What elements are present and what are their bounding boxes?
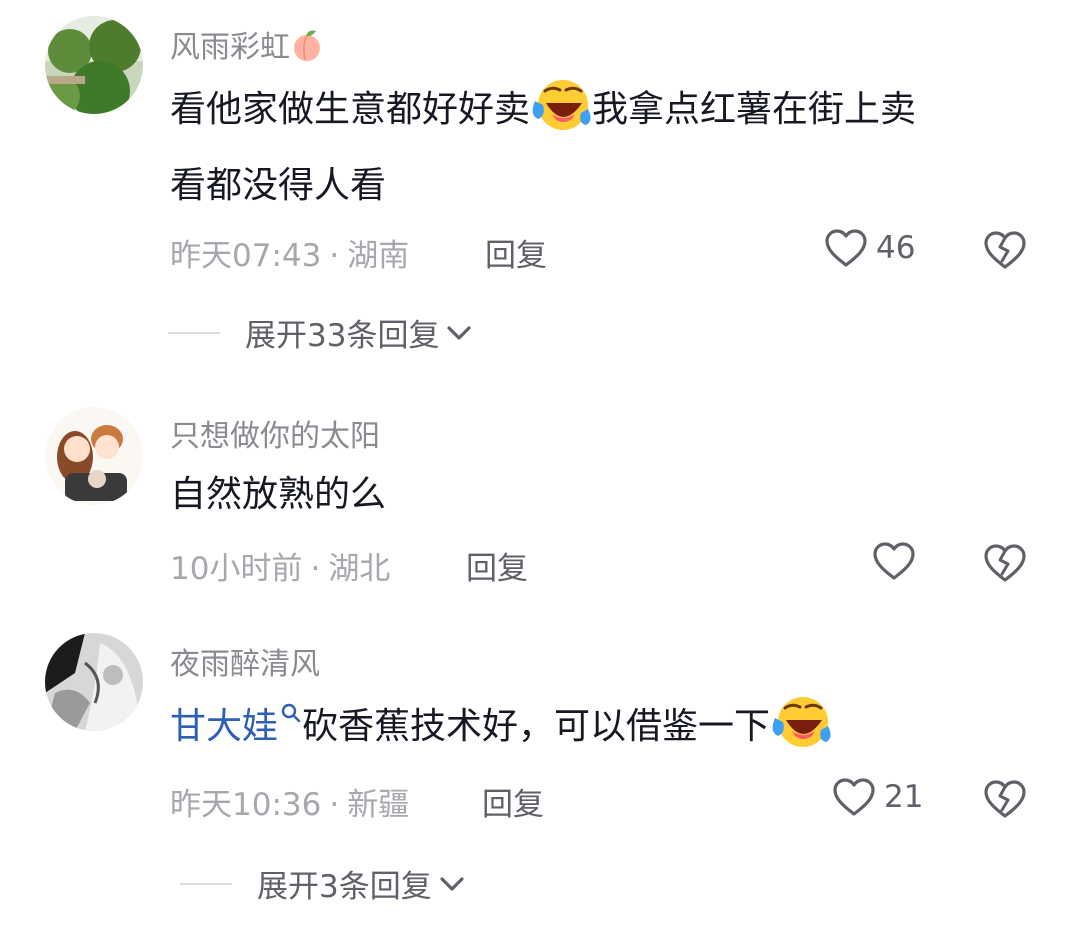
location: 湖南 [347, 238, 410, 274]
reply-button[interactable]: 回复 [482, 779, 544, 824]
like-count: 21 [884, 779, 924, 815]
expand-replies-button[interactable]: 展开3条回复 [180, 861, 466, 906]
chevron-down-icon [438, 874, 466, 894]
like-button[interactable]: 46 [824, 228, 915, 268]
comment-meta: 10小时前 · 湖北 [170, 551, 391, 587]
like-button[interactable]: 21 [832, 777, 923, 817]
broken-heart-icon [983, 230, 1027, 270]
heart-icon [872, 541, 916, 581]
peach-emoji [294, 30, 320, 61]
search-icon [281, 703, 301, 723]
timestamp: 昨天07:43 [170, 238, 322, 274]
username[interactable]: 夜雨醉清风 [170, 639, 320, 683]
mention-link[interactable]: 甘大娃 [170, 703, 302, 747]
comment-item: 风雨彩虹 看他家做生意都好好卖 我拿点红薯在街上卖 看都没得人看 昨天07:43 ·… [0, 0, 1080, 370]
timestamp: 10小时前 [170, 551, 303, 587]
dislike-button[interactable] [983, 230, 1027, 270]
comment-item: 只想做你的太阳 自然放熟的么 10小时前 · 湖北 回复 [0, 395, 1080, 615]
location: 湖北 [328, 551, 391, 587]
divider-line [168, 331, 220, 334]
heart-icon [824, 228, 868, 268]
avatar[interactable] [45, 16, 143, 114]
comment-text: 自然放熟的么 [170, 474, 387, 515]
avatar[interactable] [45, 633, 143, 731]
comment-meta: 昨天10:36 · 新疆 [170, 787, 410, 823]
dislike-button[interactable] [983, 543, 1027, 583]
broken-heart-icon [983, 779, 1027, 819]
divider-line [180, 882, 232, 885]
comment-item: 夜雨醉清风 甘大娃 砍香蕉技术好，可以借鉴一下 昨天10:36 · 新疆 回复 21 … [0, 625, 1080, 935]
crying-laughing-emoji [770, 692, 832, 754]
comment-text: 看他家做生意都好好卖 我拿点红薯在街上卖 看都没得人看 [170, 72, 1030, 224]
crying-laughing-emoji [530, 75, 592, 137]
timestamp: 昨天10:36 [170, 787, 322, 823]
comment-meta: 昨天07:43 · 湖南 [170, 238, 410, 274]
broken-heart-icon [983, 543, 1027, 583]
chevron-down-icon [445, 323, 473, 343]
reply-button[interactable]: 回复 [466, 543, 528, 588]
reply-button[interactable]: 回复 [485, 230, 547, 275]
expand-replies-button[interactable]: 展开33条回复 [168, 310, 473, 355]
comment-text: 甘大娃 砍香蕉技术好，可以借鉴一下 [170, 689, 1030, 765]
like-button[interactable] [872, 541, 916, 581]
username[interactable]: 只想做你的太阳 [170, 411, 380, 455]
username[interactable]: 风雨彩虹 [170, 22, 324, 66]
heart-icon [832, 777, 876, 817]
dislike-button[interactable] [983, 779, 1027, 819]
location: 新疆 [347, 787, 410, 823]
like-count: 46 [876, 230, 916, 266]
avatar[interactable] [45, 407, 143, 505]
